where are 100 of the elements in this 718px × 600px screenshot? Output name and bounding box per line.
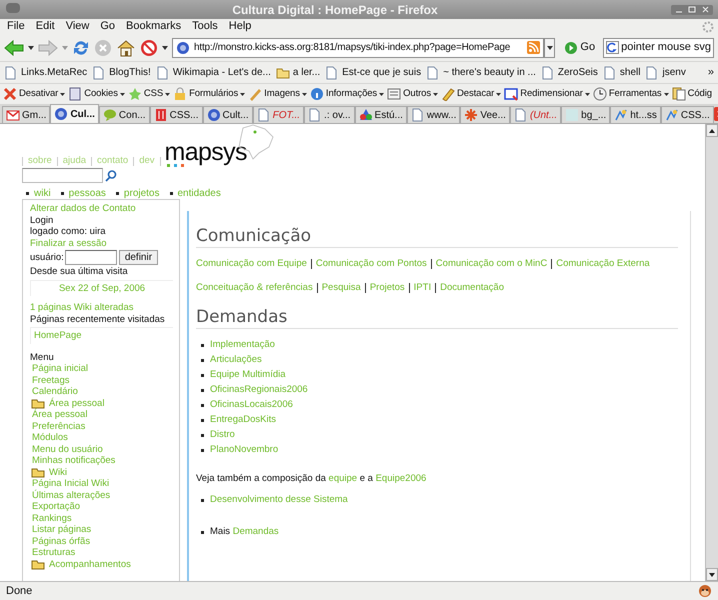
link[interactable]: Projetos xyxy=(370,282,405,294)
link[interactable]: PlanoNovembro xyxy=(210,443,278,458)
bookmark-item[interactable]: Links.MetaRec xyxy=(4,65,88,80)
menu-link[interactable]: Preferências xyxy=(30,420,173,432)
browser-tab[interactable]: Estú... xyxy=(354,106,407,123)
browser-tab[interactable]: CSS... xyxy=(150,106,202,123)
link[interactable]: Articulações xyxy=(210,353,262,368)
link[interactable]: Finalizar a sessão xyxy=(30,238,173,250)
toolbar-menu-button[interactable]: Desativar xyxy=(3,86,66,102)
no-entry-icon[interactable] xyxy=(140,38,158,56)
username-input[interactable] xyxy=(64,250,117,266)
toolbar-menu-button[interactable]: Códig xyxy=(672,86,712,102)
link[interactable]: OficinasRegionais2006 xyxy=(210,383,308,398)
top-link[interactable]: contato xyxy=(97,154,128,168)
menu-item[interactable]: Tools xyxy=(192,18,218,35)
bookmark-item[interactable]: shell xyxy=(602,65,640,80)
toolbar-menu-button[interactable]: Destacar xyxy=(441,86,502,102)
browser-tab[interactable]: ht...ss xyxy=(610,106,661,123)
link[interactable]: HomePage xyxy=(34,330,173,342)
menu-folder[interactable]: Wiki xyxy=(30,466,173,478)
bookmark-item[interactable]: ~ there's beauty in ... xyxy=(426,65,536,80)
browser-tab[interactable]: CSS... xyxy=(660,106,714,123)
link[interactable]: Comunicação com Equipe xyxy=(196,258,307,270)
link[interactable]: Comunicação com Pontos xyxy=(316,258,427,270)
link[interactable]: Pesquisa xyxy=(322,282,361,294)
menu-folder[interactable]: Acompanhamentos xyxy=(30,558,173,570)
browser-tab[interactable]: Vee... xyxy=(460,106,510,123)
bookmark-item[interactable]: Est-ce que je suis xyxy=(325,65,422,80)
window-menu-icon[interactable] xyxy=(6,3,20,13)
menu-item[interactable]: Go xyxy=(100,18,116,35)
browser-tab[interactable]: (Unt... xyxy=(510,106,562,123)
menu-link[interactable]: Página Inicial Wiki xyxy=(30,478,173,490)
overflow-chevron[interactable]: » xyxy=(708,64,714,81)
bookmark-item[interactable]: jsenv xyxy=(645,65,686,80)
link[interactable]: Conceituação & referências xyxy=(196,282,313,294)
link[interactable]: Comunicação Externa xyxy=(556,258,650,270)
link[interactable]: EntregaDosKits xyxy=(210,413,276,428)
menu-item[interactable]: File xyxy=(7,18,25,35)
menu-item[interactable]: Edit xyxy=(36,18,55,35)
link[interactable]: Distro xyxy=(210,428,235,442)
menu-folder[interactable]: Área pessoal xyxy=(30,398,173,410)
link[interactable]: equipe xyxy=(328,473,358,484)
browser-tab[interactable]: FOT... xyxy=(252,106,304,123)
menu-link[interactable]: Área pessoal xyxy=(30,409,173,421)
top-link[interactable]: ajuda xyxy=(62,154,86,168)
toolbar-menu-button[interactable]: Redimensionar xyxy=(504,86,590,102)
browser-tab[interactable]: .: ov... xyxy=(304,106,355,123)
menu-link[interactable]: Últimas alterações xyxy=(30,490,173,502)
nav-link[interactable]: pessoas xyxy=(68,186,106,201)
scroll-up-button[interactable] xyxy=(706,124,718,137)
menu-link[interactable]: Página inicial xyxy=(30,363,173,375)
address-bar[interactable]: http://monstro.kicks-ass.org:8181/mapsys/tiki-index.php?page=HomePage xyxy=(172,38,544,58)
dropdown-caret-icon[interactable] xyxy=(28,46,34,50)
toolbar-menu-button[interactable]: Informações xyxy=(310,86,384,102)
link[interactable]: Implementação xyxy=(210,338,275,352)
menu-link[interactable]: Páginas órfãs xyxy=(30,536,173,548)
search-input[interactable] xyxy=(22,168,103,184)
link[interactable]: Equipe2006 xyxy=(376,473,426,484)
menu-link[interactable]: Rankings xyxy=(30,512,173,524)
bookmark-item[interactable]: BlogThis! xyxy=(92,65,151,80)
home-icon[interactable] xyxy=(116,38,136,56)
definir-button[interactable]: definir xyxy=(118,250,158,266)
toolbar-menu-button[interactable]: Cookies xyxy=(68,86,125,102)
link[interactable]: Alterar dados de Contato xyxy=(30,203,173,215)
date-link[interactable]: Sex 22 of Sep, 2006 xyxy=(58,282,146,294)
search-field[interactable]: pointer mouse svg xyxy=(603,38,714,58)
link[interactable]: Equipe Multimídia xyxy=(210,368,286,382)
link[interactable]: OficinasLocais2006 xyxy=(210,398,293,412)
browser-tab[interactable]: Cul... xyxy=(50,104,99,123)
scroll-down-button[interactable] xyxy=(706,568,718,581)
menu-link[interactable]: Exportação xyxy=(30,501,173,513)
link[interactable]: Documentação xyxy=(440,282,504,294)
reload-icon[interactable] xyxy=(72,38,90,56)
browser-tab[interactable]: Cult... xyxy=(202,106,253,123)
menu-link[interactable]: Estruturas xyxy=(30,547,173,559)
scrollbar[interactable] xyxy=(705,124,718,581)
menu-link[interactable]: Menu do usuário xyxy=(30,444,173,456)
search-icon[interactable] xyxy=(105,170,117,182)
top-link[interactable]: dev xyxy=(139,154,155,168)
go-button[interactable]: Go xyxy=(565,39,596,56)
nav-link[interactable]: entidades xyxy=(178,186,221,201)
menu-item[interactable]: View xyxy=(66,18,90,35)
toolbar-menu-button[interactable]: Formulários xyxy=(173,86,246,102)
url-dropdown-button[interactable] xyxy=(544,38,556,58)
top-link[interactable]: sobre xyxy=(28,154,52,168)
link[interactable]: Demandas xyxy=(232,526,279,538)
menu-link[interactable]: Calendário xyxy=(30,386,173,398)
window-controls-icon[interactable] xyxy=(670,4,714,16)
toolbar-menu-button[interactable]: Imagens xyxy=(248,86,307,102)
nav-link[interactable]: projetos xyxy=(124,186,160,201)
menu-link[interactable]: Módulos xyxy=(30,432,173,444)
back-arrow-icon[interactable] xyxy=(4,40,24,56)
link[interactable]: Desenvolvimento desse Sistema xyxy=(210,493,348,508)
link[interactable]: IPTI xyxy=(414,282,432,294)
toolbar-menu-button[interactable]: CSS xyxy=(128,86,170,102)
browser-tab[interactable]: bg_... xyxy=(561,106,610,123)
menu-item[interactable]: Help xyxy=(228,18,252,35)
browser-tab[interactable]: Con... xyxy=(98,106,150,123)
link[interactable]: 1 páginas Wiki alteradas xyxy=(30,302,173,314)
menu-link[interactable]: Minhas notificações xyxy=(30,455,173,467)
